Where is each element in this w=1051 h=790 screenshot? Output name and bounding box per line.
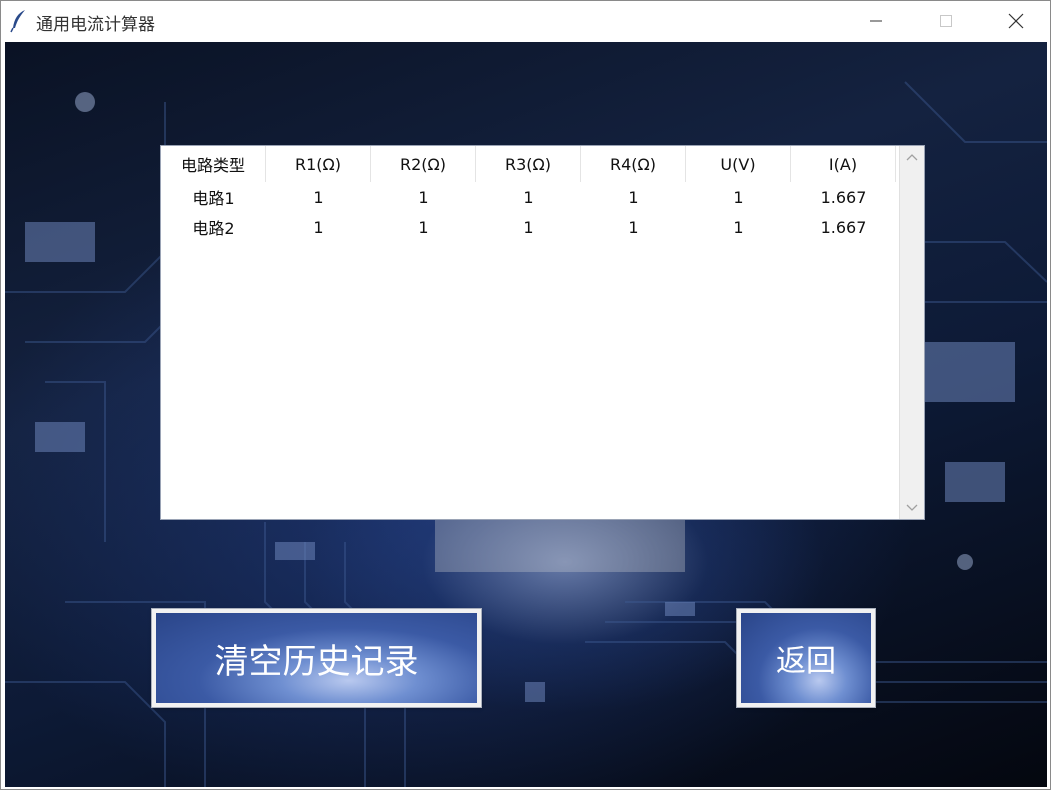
back-button[interactable]: 返回 bbox=[737, 609, 875, 707]
feather-icon bbox=[10, 10, 25, 33]
column-header-r3[interactable]: R3(Ω) bbox=[476, 146, 581, 182]
table-cell: 1 bbox=[523, 217, 534, 237]
table-body: 电路1 1 1 1 1 1 1.667 电路2 1 1 1 1 1 1.667 bbox=[161, 182, 896, 242]
table-row[interactable]: 电路2 1 1 1 1 1 1.667 bbox=[161, 212, 896, 242]
table-cell: 1.667 bbox=[820, 217, 867, 237]
close-icon bbox=[1008, 13, 1024, 29]
minimize-button[interactable] bbox=[841, 1, 911, 41]
table-cell: 1 bbox=[733, 187, 744, 207]
table-cell: 1 bbox=[418, 217, 429, 237]
column-header-circuit-type[interactable]: 电路类型 bbox=[161, 146, 266, 182]
history-table[interactable]: 电路类型 R1(Ω) R2(Ω) R3(Ω) R4(Ω) U(V) I(A) 电… bbox=[160, 145, 925, 520]
table-header: 电路类型 R1(Ω) R2(Ω) R3(Ω) R4(Ω) U(V) I(A) bbox=[161, 146, 896, 182]
column-header-voltage[interactable]: U(V) bbox=[686, 146, 791, 182]
table-cell: 1 bbox=[733, 217, 744, 237]
table-cell: 1.667 bbox=[820, 187, 867, 207]
column-header-current[interactable]: I(A) bbox=[791, 146, 896, 182]
close-button[interactable] bbox=[981, 1, 1051, 41]
table-cell: 1 bbox=[628, 187, 639, 207]
clear-history-button[interactable]: 清空历史记录 bbox=[152, 609, 481, 707]
table-cell: 电路1 bbox=[192, 189, 235, 208]
scroll-down-button[interactable] bbox=[900, 497, 924, 519]
table-row[interactable]: 电路1 1 1 1 1 1 1.667 bbox=[161, 182, 896, 212]
window-title: 通用电流计算器 bbox=[36, 15, 155, 35]
column-header-r4[interactable]: R4(Ω) bbox=[581, 146, 686, 182]
maximize-icon bbox=[940, 15, 952, 27]
circuit-board-background: 电路类型 R1(Ω) R2(Ω) R3(Ω) R4(Ω) U(V) I(A) 电… bbox=[5, 42, 1047, 787]
minimize-icon bbox=[870, 20, 882, 22]
table-cell: 1 bbox=[628, 217, 639, 237]
maximize-button[interactable] bbox=[911, 1, 981, 41]
column-header-r1[interactable]: R1(Ω) bbox=[266, 146, 371, 182]
table-cell: 1 bbox=[313, 187, 324, 207]
chevron-up-icon bbox=[906, 154, 918, 161]
table-cell: 1 bbox=[313, 217, 324, 237]
app-window: 通用电流计算器 电路类型 R1(Ω) R2(Ω) R3(Ω) R4(Ω) U(V… bbox=[0, 0, 1051, 790]
title-bar[interactable]: 通用电流计算器 bbox=[1, 1, 1050, 41]
table-cell: 1 bbox=[523, 187, 534, 207]
column-header-r2[interactable]: R2(Ω) bbox=[371, 146, 476, 182]
scroll-up-button[interactable] bbox=[900, 146, 924, 168]
chevron-down-icon bbox=[906, 504, 918, 511]
vertical-scrollbar[interactable] bbox=[899, 146, 924, 519]
table-cell: 1 bbox=[418, 187, 429, 207]
table-cell: 电路2 bbox=[192, 219, 235, 238]
